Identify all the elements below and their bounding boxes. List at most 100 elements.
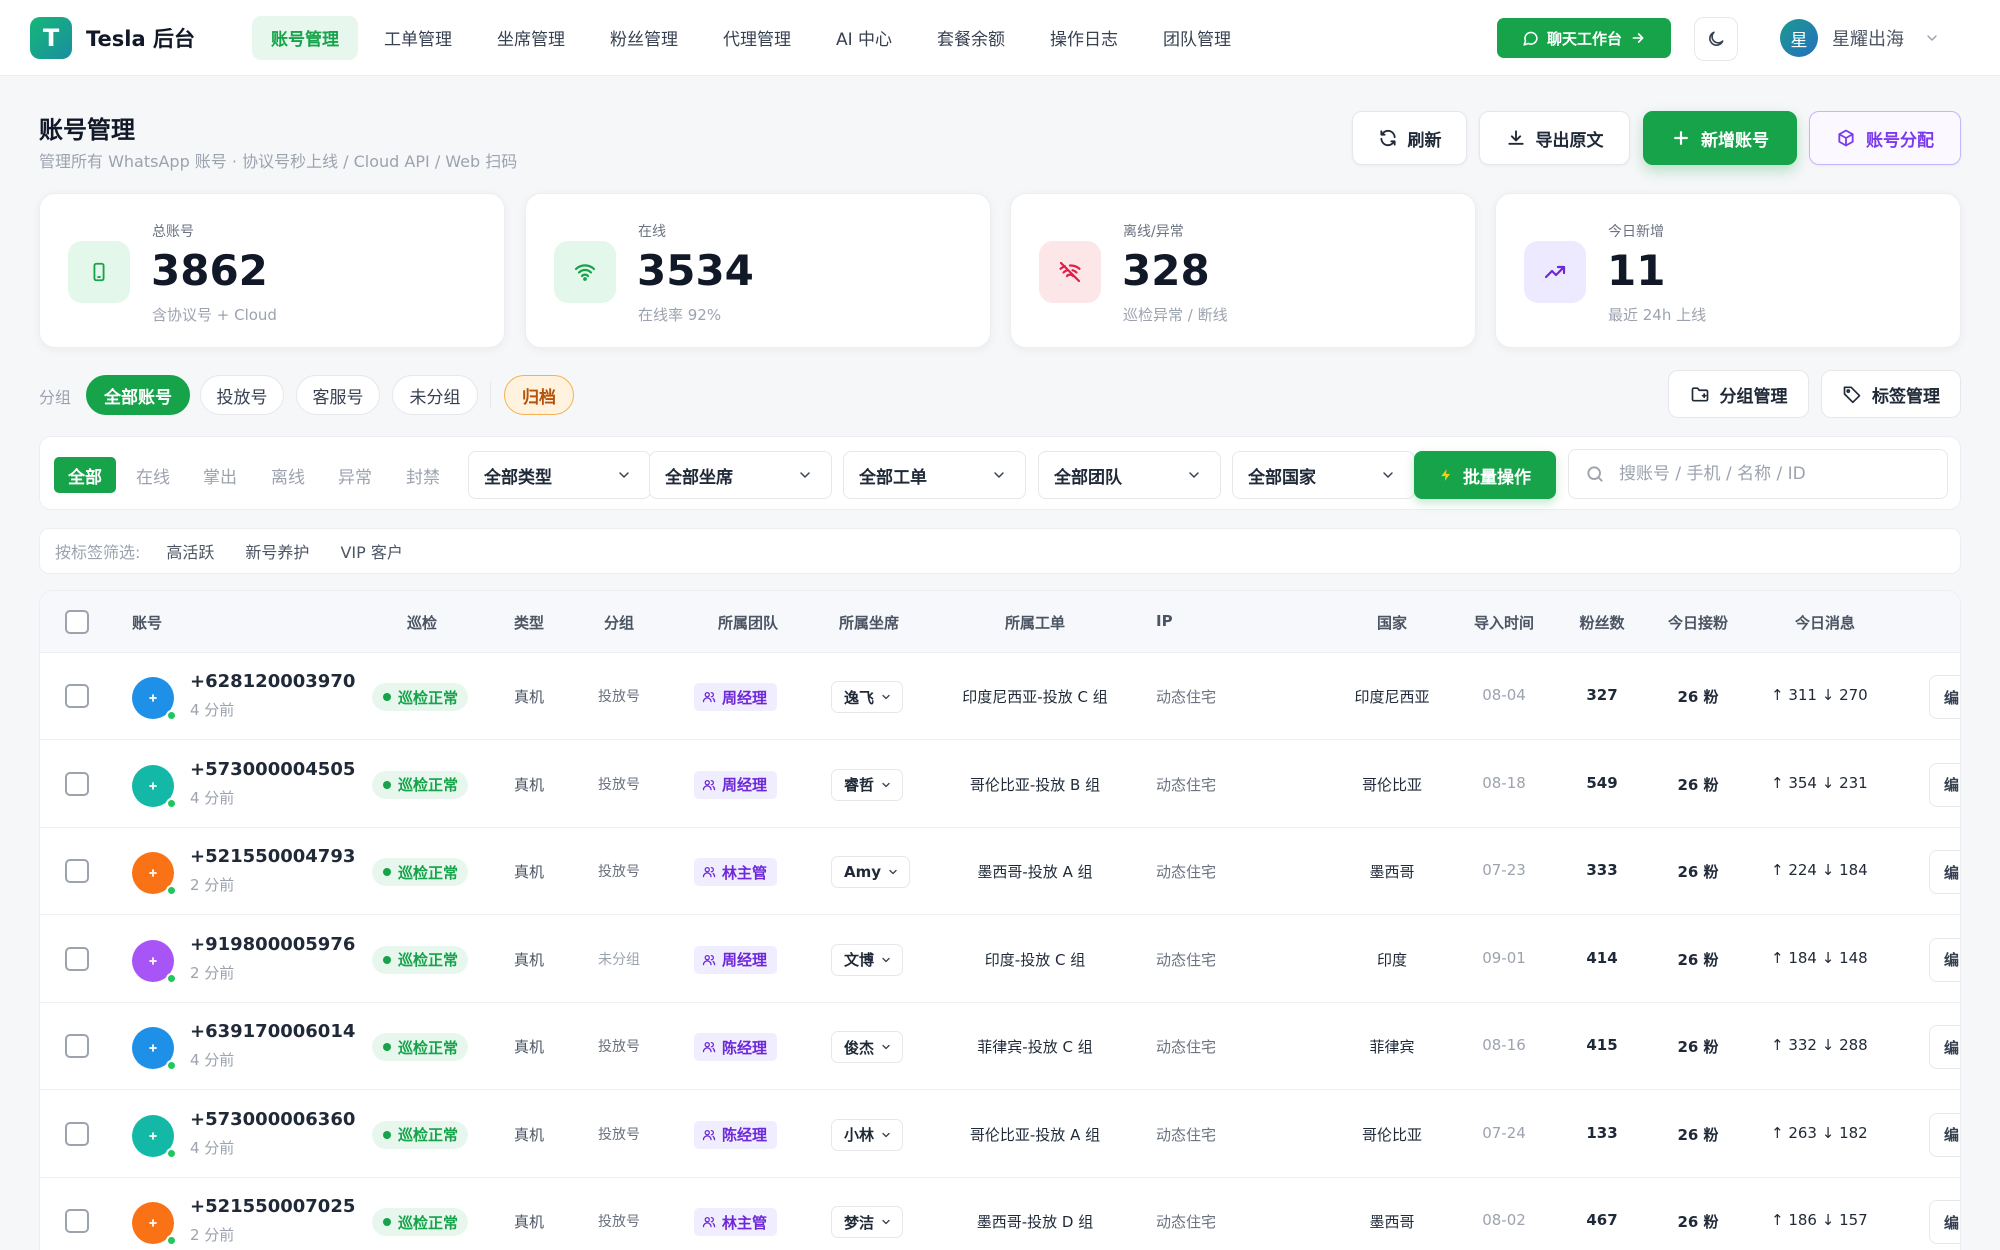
- table-row[interactable]: +521550004793 2 分前 巡检正常 真机 投放号 林主管 Amy 墨…: [40, 828, 1960, 915]
- team-badge[interactable]: 周经理: [694, 770, 778, 799]
- stat-note: 含协议号 + Cloud: [152, 306, 277, 324]
- chat-workbench-button[interactable]: 聊天工作台: [1497, 18, 1671, 58]
- status-filter-online[interactable]: 在线: [124, 457, 182, 493]
- table-row[interactable]: +573000004505 4 分前 巡检正常 真机 投放号 周经理 睿哲 哥伦…: [40, 741, 1960, 828]
- account-phone[interactable]: +521550007025: [190, 1196, 355, 1217]
- seat-select[interactable]: 全部坐席: [649, 451, 832, 499]
- team-badge[interactable]: 陈经理: [694, 1033, 778, 1061]
- account-phone[interactable]: +521550004793: [190, 846, 355, 867]
- search-box[interactable]: [1568, 449, 1948, 499]
- fans-count: 133: [1586, 1123, 1618, 1142]
- nav-item-operation-log[interactable]: 操作日志: [1031, 16, 1137, 60]
- seat-dropdown[interactable]: 睿哲: [831, 768, 904, 801]
- ticket-select[interactable]: 全部工单: [843, 451, 1026, 499]
- edit-button[interactable]: 编: [1929, 1112, 1960, 1157]
- table-row[interactable]: +521550007025 2 分前 巡检正常 真机 投放号 林主管 梦洁 墨西…: [40, 1178, 1960, 1250]
- search-input[interactable]: [1619, 464, 1939, 484]
- row-checkbox[interactable]: [65, 859, 89, 883]
- today-messages: ↑ 186 ↓ 157: [1771, 1211, 1868, 1229]
- seat-dropdown[interactable]: 小林: [831, 1118, 904, 1151]
- batch-operation-button[interactable]: 批量操作: [1414, 451, 1556, 499]
- row-checkbox[interactable]: [65, 1121, 89, 1146]
- status-filter-banned[interactable]: 封禁: [394, 457, 452, 493]
- country-select[interactable]: 全部国家: [1232, 451, 1415, 499]
- column-header-check: 巡检: [406, 614, 438, 632]
- edit-button[interactable]: 编: [1929, 850, 1960, 894]
- account-phone[interactable]: +919800005976: [190, 934, 355, 955]
- nav-item-ai-center[interactable]: AI 中心: [817, 16, 911, 60]
- stat-card-online: 在线 3534 在线率 92%: [525, 193, 991, 348]
- tag-manage-button[interactable]: 标签管理: [1821, 370, 1961, 418]
- account-group: 投放号: [598, 776, 640, 793]
- table-row[interactable]: +628120003970 4 分前 巡检正常 真机 投放号 周经理 逸飞 印度…: [40, 653, 1960, 740]
- user-menu[interactable]: 星 星耀出海: [1780, 19, 1940, 57]
- export-button[interactable]: 导出原文: [1479, 111, 1630, 165]
- select-all-checkbox[interactable]: [65, 610, 89, 634]
- nav-item-team[interactable]: 团队管理: [1144, 16, 1250, 60]
- assign-account-button[interactable]: 账号分配: [1809, 111, 1961, 165]
- row-checkbox[interactable]: [65, 946, 89, 971]
- table-row[interactable]: +919800005976 2 分前 巡检正常 真机 未分组 周经理 文博 印度…: [40, 916, 1960, 1003]
- edit-button[interactable]: 编: [1929, 937, 1960, 982]
- tag-filter-item[interactable]: 高活跃: [166, 539, 214, 563]
- row-checkbox[interactable]: [65, 1209, 89, 1233]
- group-manage-button[interactable]: 分组管理: [1668, 370, 1809, 418]
- edit-button[interactable]: 编: [1929, 762, 1960, 807]
- team-badge[interactable]: 周经理: [694, 683, 778, 711]
- team-select[interactable]: 全部团队: [1038, 451, 1221, 499]
- column-header-account: 账号: [132, 614, 163, 632]
- today-messages: ↑ 184 ↓ 148: [1771, 948, 1868, 967]
- team-badge[interactable]: 陈经理: [694, 1120, 778, 1149]
- status-filter-logged-out[interactable]: 掌出: [191, 457, 249, 493]
- team-badge[interactable]: 周经理: [694, 945, 778, 974]
- seat-dropdown[interactable]: 文博: [831, 943, 904, 976]
- team-badge[interactable]: 林主管: [694, 1208, 778, 1236]
- nav-item-plan-balance[interactable]: 套餐余额: [918, 16, 1024, 60]
- add-account-button[interactable]: 新增账号: [1643, 111, 1797, 165]
- nav-item-fans[interactable]: 粉丝管理: [591, 16, 697, 60]
- row-checkbox[interactable]: [65, 684, 89, 708]
- nav-item-proxy[interactable]: 代理管理: [704, 16, 810, 60]
- nav-item-accounts[interactable]: 账号管理: [252, 15, 358, 60]
- theme-toggle-button[interactable]: [1694, 17, 1738, 61]
- group-pill-archive[interactable]: 归档: [504, 375, 574, 415]
- type-select[interactable]: 全部类型: [468, 451, 651, 499]
- tag-filter-item[interactable]: VIP 客户: [340, 539, 402, 563]
- seat-name: Amy: [844, 863, 882, 881]
- stat-label: 总账号: [152, 224, 194, 240]
- table-row[interactable]: +639170006014 4 分前 巡检正常 真机 投放号 陈经理 俊杰 菲律…: [40, 1003, 1960, 1090]
- row-checkbox[interactable]: [65, 1034, 89, 1058]
- brand[interactable]: T Tesla 后台: [30, 16, 252, 59]
- seat-dropdown[interactable]: 俊杰: [831, 1031, 904, 1063]
- account-group: 投放号: [598, 689, 640, 705]
- account-phone[interactable]: +573000006360: [190, 1109, 355, 1130]
- account-phone[interactable]: +573000004505: [190, 759, 355, 780]
- row-checkbox[interactable]: [65, 771, 89, 796]
- today-fans: 26 粉: [1677, 863, 1719, 881]
- edit-button[interactable]: 编: [1929, 675, 1960, 719]
- table-row[interactable]: +573000006360 4 分前 巡检正常 真机 投放号 陈经理 小林 哥伦…: [40, 1091, 1960, 1178]
- seat-dropdown[interactable]: Amy: [831, 856, 911, 888]
- team-badge[interactable]: 林主管: [694, 858, 778, 886]
- status-filter-offline[interactable]: 离线: [259, 457, 317, 493]
- chevron-down-icon: [887, 866, 899, 878]
- seat-dropdown[interactable]: 梦洁: [831, 1206, 904, 1238]
- nav-item-seats[interactable]: 坐席管理: [478, 16, 584, 60]
- edit-button[interactable]: 编: [1929, 1200, 1960, 1244]
- group-pill-service[interactable]: 客服号: [296, 375, 380, 415]
- group-pill-ungrouped[interactable]: 未分组: [392, 375, 478, 415]
- account-phone[interactable]: +628120003970: [190, 671, 355, 692]
- seat-dropdown[interactable]: 逸飞: [831, 681, 904, 713]
- status-filter-abnormal[interactable]: 异常: [326, 457, 384, 493]
- nav-item-tickets[interactable]: 工单管理: [365, 16, 471, 60]
- team-name: 林主管: [722, 1213, 768, 1232]
- team-name: 周经理: [722, 776, 768, 794]
- moon-icon: [1706, 29, 1726, 49]
- status-filter-all[interactable]: 全部: [54, 457, 116, 493]
- group-pill-ad[interactable]: 投放号: [200, 375, 284, 415]
- refresh-button[interactable]: 刷新: [1352, 111, 1467, 165]
- group-pill-all[interactable]: 全部账号: [86, 375, 190, 415]
- account-phone[interactable]: +639170006014: [190, 1021, 355, 1042]
- edit-button[interactable]: 编: [1929, 1025, 1960, 1069]
- tag-filter-item[interactable]: 新号养护: [245, 539, 309, 563]
